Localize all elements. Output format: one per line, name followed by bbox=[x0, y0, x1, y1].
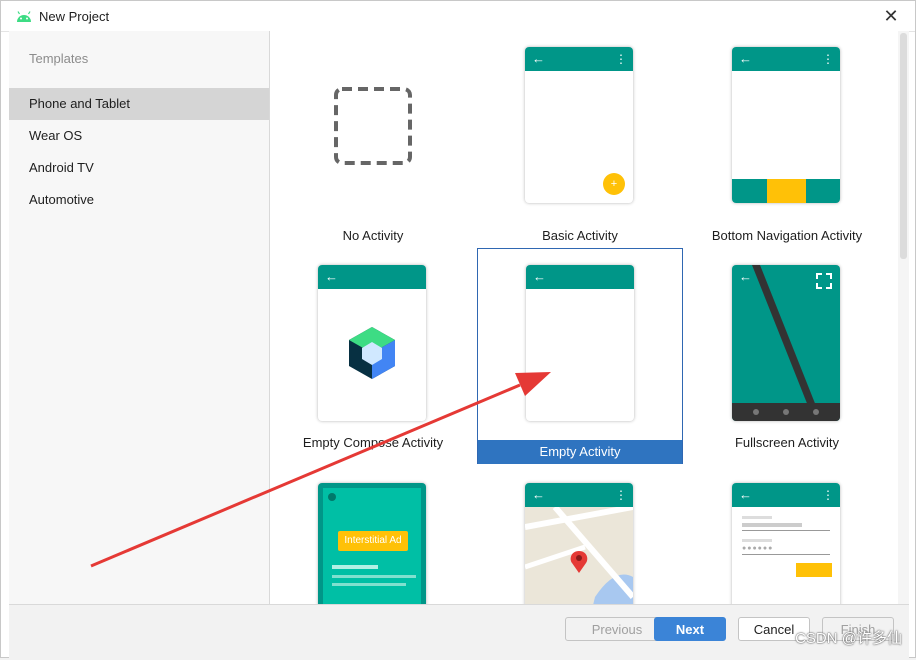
template-fullscreen-activity[interactable]: ← Fullscreen Activity bbox=[684, 249, 890, 465]
back-arrow-icon: ← bbox=[739, 487, 752, 502]
close-icon[interactable]: ✕ bbox=[881, 6, 901, 26]
sidebar-item-automotive[interactable]: Automotive bbox=[9, 184, 269, 216]
fullscreen-icon bbox=[816, 273, 832, 289]
window-title: New Project bbox=[39, 9, 110, 24]
overflow-menu-icon: ⋮ bbox=[615, 52, 627, 66]
login-password-dots: ●●●●●● bbox=[742, 545, 774, 552]
template-category-sidebar: Templates Phone and Tablet Wear OS Andro… bbox=[9, 31, 270, 604]
phone-preview: ← ⋮ bbox=[732, 47, 840, 203]
phone-preview: ← ⋮ + bbox=[525, 47, 633, 203]
template-grid: No Activity ← ⋮ + Basic Activity ← ⋮ Bot… bbox=[270, 31, 898, 604]
phone-preview: ← bbox=[318, 265, 426, 421]
dialog-footer: Previous Next Cancel Finish bbox=[9, 604, 909, 660]
title-bar: New Project ✕ bbox=[1, 1, 915, 32]
template-no-activity[interactable]: No Activity bbox=[270, 31, 476, 247]
back-arrow-icon: ← bbox=[532, 51, 545, 66]
template-label: Fullscreen Activity bbox=[734, 435, 840, 450]
android-icon bbox=[17, 11, 31, 22]
login-field-label bbox=[742, 539, 772, 542]
sidebar-item-label: Android TV bbox=[29, 160, 94, 175]
fab-plus-icon: + bbox=[603, 173, 625, 195]
phone-preview: ← ⋮ bbox=[525, 483, 633, 604]
template-interstitial-ad[interactable]: Interstitial Ad bbox=[270, 467, 476, 604]
ad-text-line bbox=[332, 565, 378, 569]
phone-preview: ← bbox=[526, 265, 634, 421]
ad-close-dot bbox=[328, 493, 336, 501]
back-arrow-icon: ← bbox=[532, 487, 545, 502]
grid-scrollbar[interactable] bbox=[898, 31, 909, 604]
template-label: Basic Activity bbox=[542, 228, 618, 243]
map-illustration bbox=[525, 507, 633, 604]
back-arrow-icon: ← bbox=[533, 269, 546, 284]
template-bottom-navigation-activity[interactable]: ← ⋮ Bottom Navigation Activity bbox=[684, 31, 890, 247]
sidebar-item-label: Phone and Tablet bbox=[29, 96, 130, 111]
back-arrow-icon: ← bbox=[739, 269, 752, 284]
sidebar-item-android-tv[interactable]: Android TV bbox=[9, 152, 269, 184]
scrollbar-thumb[interactable] bbox=[900, 33, 907, 259]
template-login-activity[interactable]: ← ⋮ ●●●●●● bbox=[684, 467, 890, 604]
ad-text-line bbox=[332, 583, 406, 586]
back-arrow-icon: ← bbox=[325, 269, 338, 284]
next-button[interactable]: Next bbox=[654, 617, 726, 641]
login-field-label bbox=[742, 516, 772, 519]
sidebar-item-wear-os[interactable]: Wear OS bbox=[9, 120, 269, 152]
jetpack-compose-icon bbox=[349, 327, 395, 379]
template-label: No Activity bbox=[342, 228, 404, 243]
login-username-line bbox=[742, 523, 802, 527]
sidebar-heading: Templates bbox=[29, 51, 89, 66]
phone-preview: ← ⋮ ●●●●●● bbox=[732, 483, 840, 604]
empty-placeholder-icon bbox=[334, 87, 412, 165]
template-basic-activity[interactable]: ← ⋮ + Basic Activity bbox=[477, 31, 683, 247]
interstitial-ad-badge: Interstitial Ad bbox=[338, 531, 408, 551]
bottom-nav-selected-item bbox=[767, 179, 806, 203]
overflow-menu-icon: ⋮ bbox=[822, 52, 834, 66]
bottom-nav-bar bbox=[732, 179, 840, 203]
sidebar-item-label: Wear OS bbox=[29, 128, 83, 143]
overflow-menu-icon: ⋮ bbox=[822, 488, 834, 502]
template-google-maps-activity[interactable]: ← ⋮ bbox=[477, 467, 683, 604]
sidebar-item-label: Automotive bbox=[29, 192, 95, 207]
login-field-underline bbox=[742, 530, 830, 531]
login-field-underline bbox=[742, 554, 830, 555]
login-button-preview bbox=[796, 563, 832, 577]
template-empty-activity[interactable]: ← Empty Activity bbox=[477, 248, 683, 464]
phone-preview: Interstitial Ad bbox=[318, 483, 426, 604]
template-label: Bottom Navigation Activity bbox=[711, 228, 863, 243]
template-label: Empty Activity bbox=[478, 440, 682, 464]
sidebar-item-phone-and-tablet[interactable]: Phone and Tablet bbox=[9, 88, 269, 120]
new-project-dialog: New Project ✕ Templates Phone and Tablet… bbox=[0, 0, 916, 660]
template-label: Empty Compose Activity bbox=[302, 435, 444, 450]
watermark: CSDN @许多仙 bbox=[795, 630, 902, 647]
phone-preview: ← bbox=[732, 265, 840, 421]
back-arrow-icon: ← bbox=[739, 51, 752, 66]
template-empty-compose-activity[interactable]: ← Empty Compose Activity bbox=[270, 249, 476, 465]
ad-text-line bbox=[332, 575, 416, 578]
overflow-menu-icon: ⋮ bbox=[615, 488, 627, 502]
